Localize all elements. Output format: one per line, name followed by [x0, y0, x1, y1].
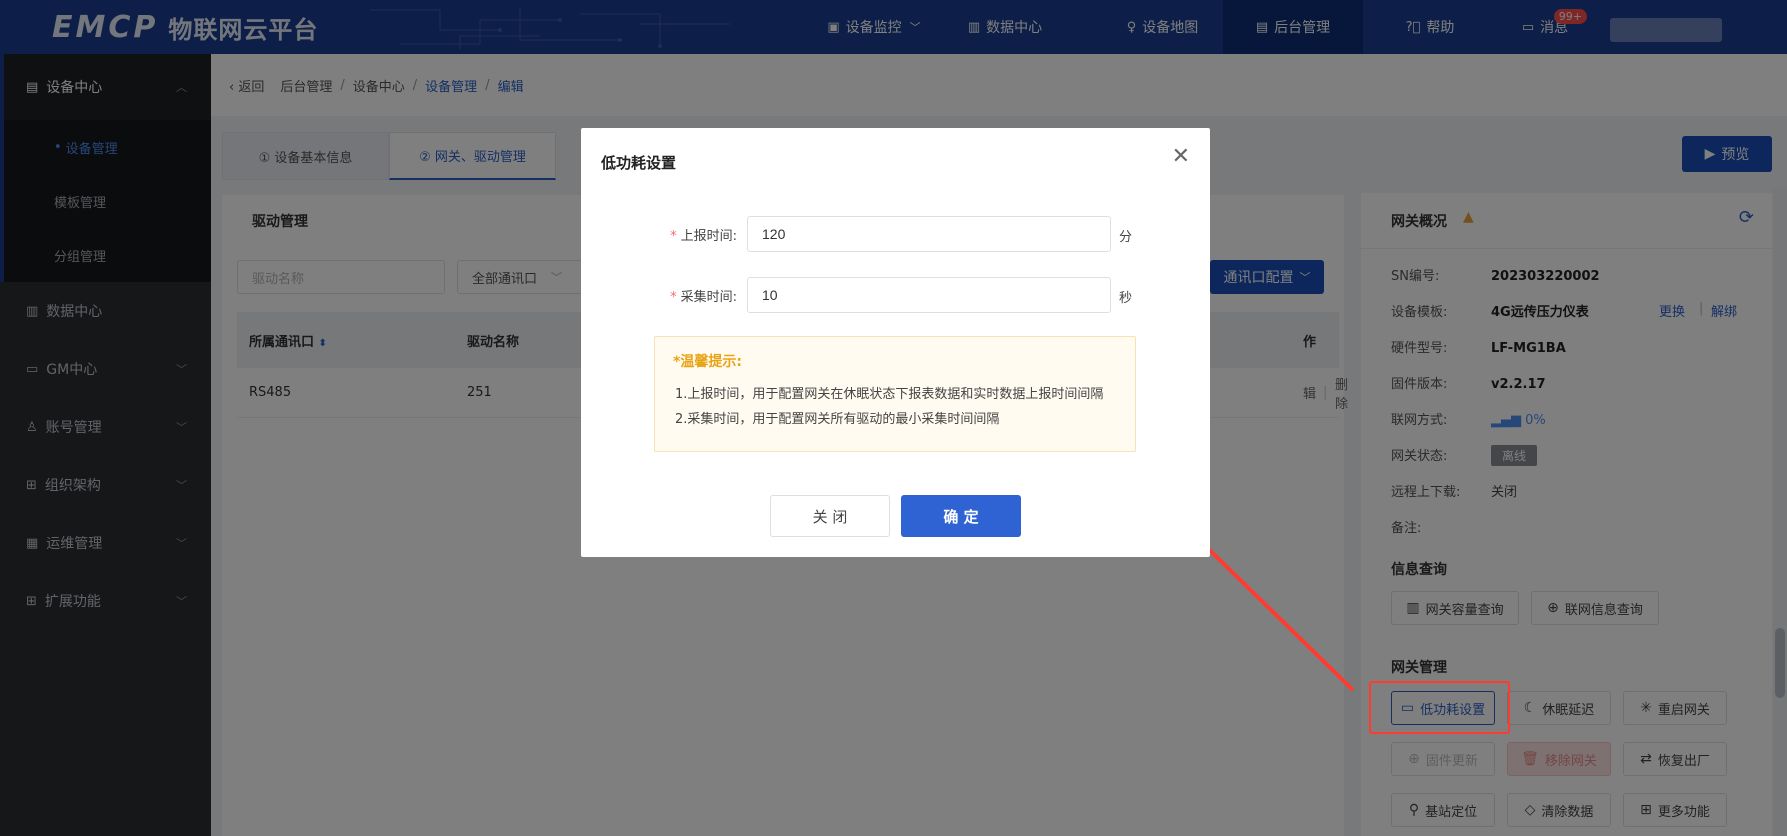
collect-time-label: * 采集时间:: [617, 286, 737, 305]
close-icon[interactable]: ✕: [1172, 146, 1190, 168]
close-button[interactable]: 关 闭: [770, 495, 890, 537]
collect-time-input[interactable]: 10: [747, 277, 1111, 313]
dialog-title: 低功耗设置: [601, 154, 677, 172]
low-power-settings-dialog: 低功耗设置 ✕ * 上报时间: 120 分 * 采集时间: 10 秒 *温馨提示: …: [581, 128, 1210, 557]
label-text: 采集时间:: [680, 290, 737, 305]
tip-line: 2.采集时间，用于配置网关所有驱动的最小采集时间间隔: [675, 412, 1000, 427]
tip-line: 1.上报时间，用于配置网关在休眠状态下报表数据和实时数据上报时间间隔: [675, 387, 1104, 402]
tip-title: *温馨提示:: [673, 354, 742, 370]
required-mark: *: [670, 290, 677, 305]
tip-box: *温馨提示: 1.上报时间，用于配置网关在休眠状态下报表数据和实时数据上报时间间…: [654, 336, 1136, 452]
report-time-label: * 上报时间:: [617, 225, 737, 244]
annotation-highlight-box: [1369, 681, 1510, 734]
label-text: 上报时间:: [680, 229, 737, 244]
collect-time-unit: 秒: [1119, 291, 1133, 306]
confirm-button[interactable]: 确 定: [901, 495, 1021, 537]
report-time-input[interactable]: 120: [747, 216, 1111, 252]
required-mark: *: [670, 229, 677, 244]
report-time-unit: 分: [1119, 230, 1133, 245]
